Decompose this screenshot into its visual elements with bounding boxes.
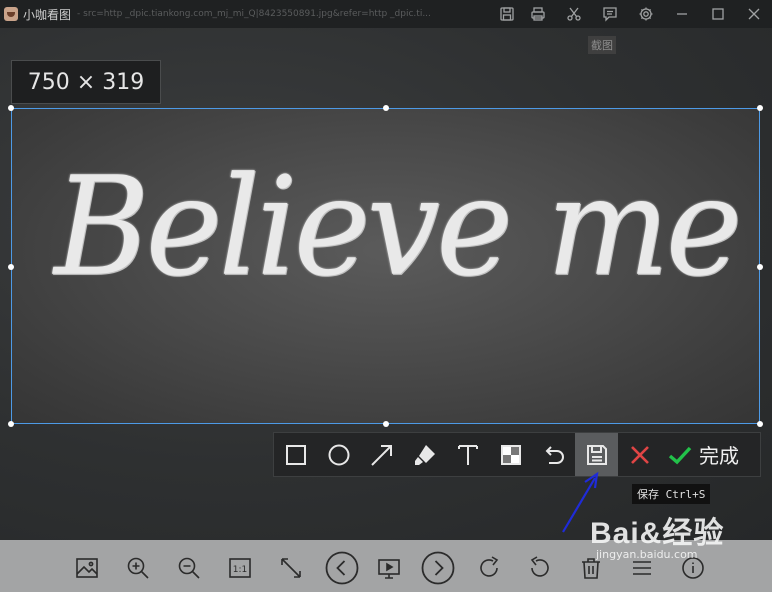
mosaic-tool[interactable] <box>489 433 532 476</box>
window-file-path: - src=http _dpic.tiankong.com_mj_mi_Q|84… <box>77 9 431 19</box>
rotate-right-icon <box>480 556 499 577</box>
minimize-icon[interactable] <box>664 0 700 28</box>
rectangle-tool[interactable] <box>274 433 317 476</box>
save-icon[interactable] <box>494 0 520 28</box>
previous-icon <box>325 551 359 585</box>
title-toolbar <box>494 0 772 28</box>
annotation-toolbar: 完成 <box>273 432 761 477</box>
image-button[interactable] <box>74 554 100 582</box>
actual-size-button[interactable]: 1:1 <box>227 554 253 582</box>
resize-handle-left[interactable] <box>8 264 14 270</box>
gear-icon[interactable] <box>628 0 664 28</box>
previous-button[interactable] <box>325 551 359 585</box>
undo-icon <box>545 445 564 464</box>
check-icon <box>668 446 692 464</box>
ellipse-tool[interactable] <box>317 433 360 476</box>
done-label: 完成 <box>699 444 739 468</box>
cancel-icon <box>630 445 649 464</box>
maximize-icon[interactable] <box>700 0 736 28</box>
marker-icon <box>414 444 435 465</box>
ellipse-icon <box>328 444 349 465</box>
screenshot-tooltip: 截图 <box>588 36 616 54</box>
text-tool[interactable] <box>446 433 489 476</box>
image-icon <box>76 558 98 578</box>
rectangle-icon <box>285 444 306 465</box>
resize-handle-top-right[interactable] <box>757 105 763 111</box>
zoom-in-icon <box>127 557 149 579</box>
zoom-in-button[interactable] <box>125 554 151 582</box>
resize-handle-bottom[interactable] <box>383 421 389 427</box>
resize-handle-top[interactable] <box>383 105 389 111</box>
chalkboard-image: Believe me <box>12 109 759 423</box>
done-button[interactable]: 完成 <box>661 433 747 476</box>
app-title: 小咖看图 <box>23 7 72 22</box>
mosaic-icon <box>500 444 521 465</box>
fit-screen-button[interactable] <box>278 554 304 582</box>
watermark-logo: Bai&经验 <box>590 517 725 550</box>
marker-tool[interactable] <box>403 433 446 476</box>
arrow-icon <box>370 444 392 466</box>
watermark: Bai&经验 jingyan.baidu.com <box>590 508 724 561</box>
scissors-icon[interactable] <box>556 0 592 28</box>
resize-handle-top-left[interactable] <box>8 105 14 111</box>
next-icon <box>421 551 455 585</box>
svg-text:1:1: 1:1 <box>233 565 247 575</box>
chalkboard-text: Believe me <box>54 146 742 307</box>
save-tooltip: 保存 Ctrl+S <box>632 484 711 504</box>
text-icon <box>457 444 478 465</box>
print-icon[interactable] <box>520 0 556 28</box>
resize-handle-right[interactable] <box>757 264 763 270</box>
zoom-out-icon <box>178 557 200 579</box>
fit-screen-icon <box>281 558 301 578</box>
comment-icon[interactable] <box>592 0 628 28</box>
rotate-left-icon <box>530 556 549 577</box>
selection-size-label: 750 × 319 <box>11 60 161 104</box>
slideshow-button[interactable] <box>376 554 402 582</box>
resize-handle-bottom-left[interactable] <box>8 421 14 427</box>
save-icon <box>586 444 607 465</box>
next-button[interactable] <box>421 551 455 585</box>
arrow-tool[interactable] <box>360 433 403 476</box>
actual-size-icon: 1:1 <box>229 558 251 578</box>
title-bar: 小咖看图 - src=http _dpic.tiankong.com_mj_mi… <box>0 0 772 28</box>
resize-handle-bottom-right[interactable] <box>757 421 763 427</box>
rotate-left-button[interactable] <box>527 554 553 582</box>
zoom-out-button[interactable] <box>176 554 202 582</box>
close-icon[interactable] <box>736 0 772 28</box>
slideshow-icon <box>378 559 400 579</box>
cancel-button[interactable] <box>618 433 661 476</box>
selection-region[interactable]: Believe me <box>11 108 760 424</box>
app-logo-icon <box>4 7 18 21</box>
rotate-right-button[interactable] <box>476 554 502 582</box>
